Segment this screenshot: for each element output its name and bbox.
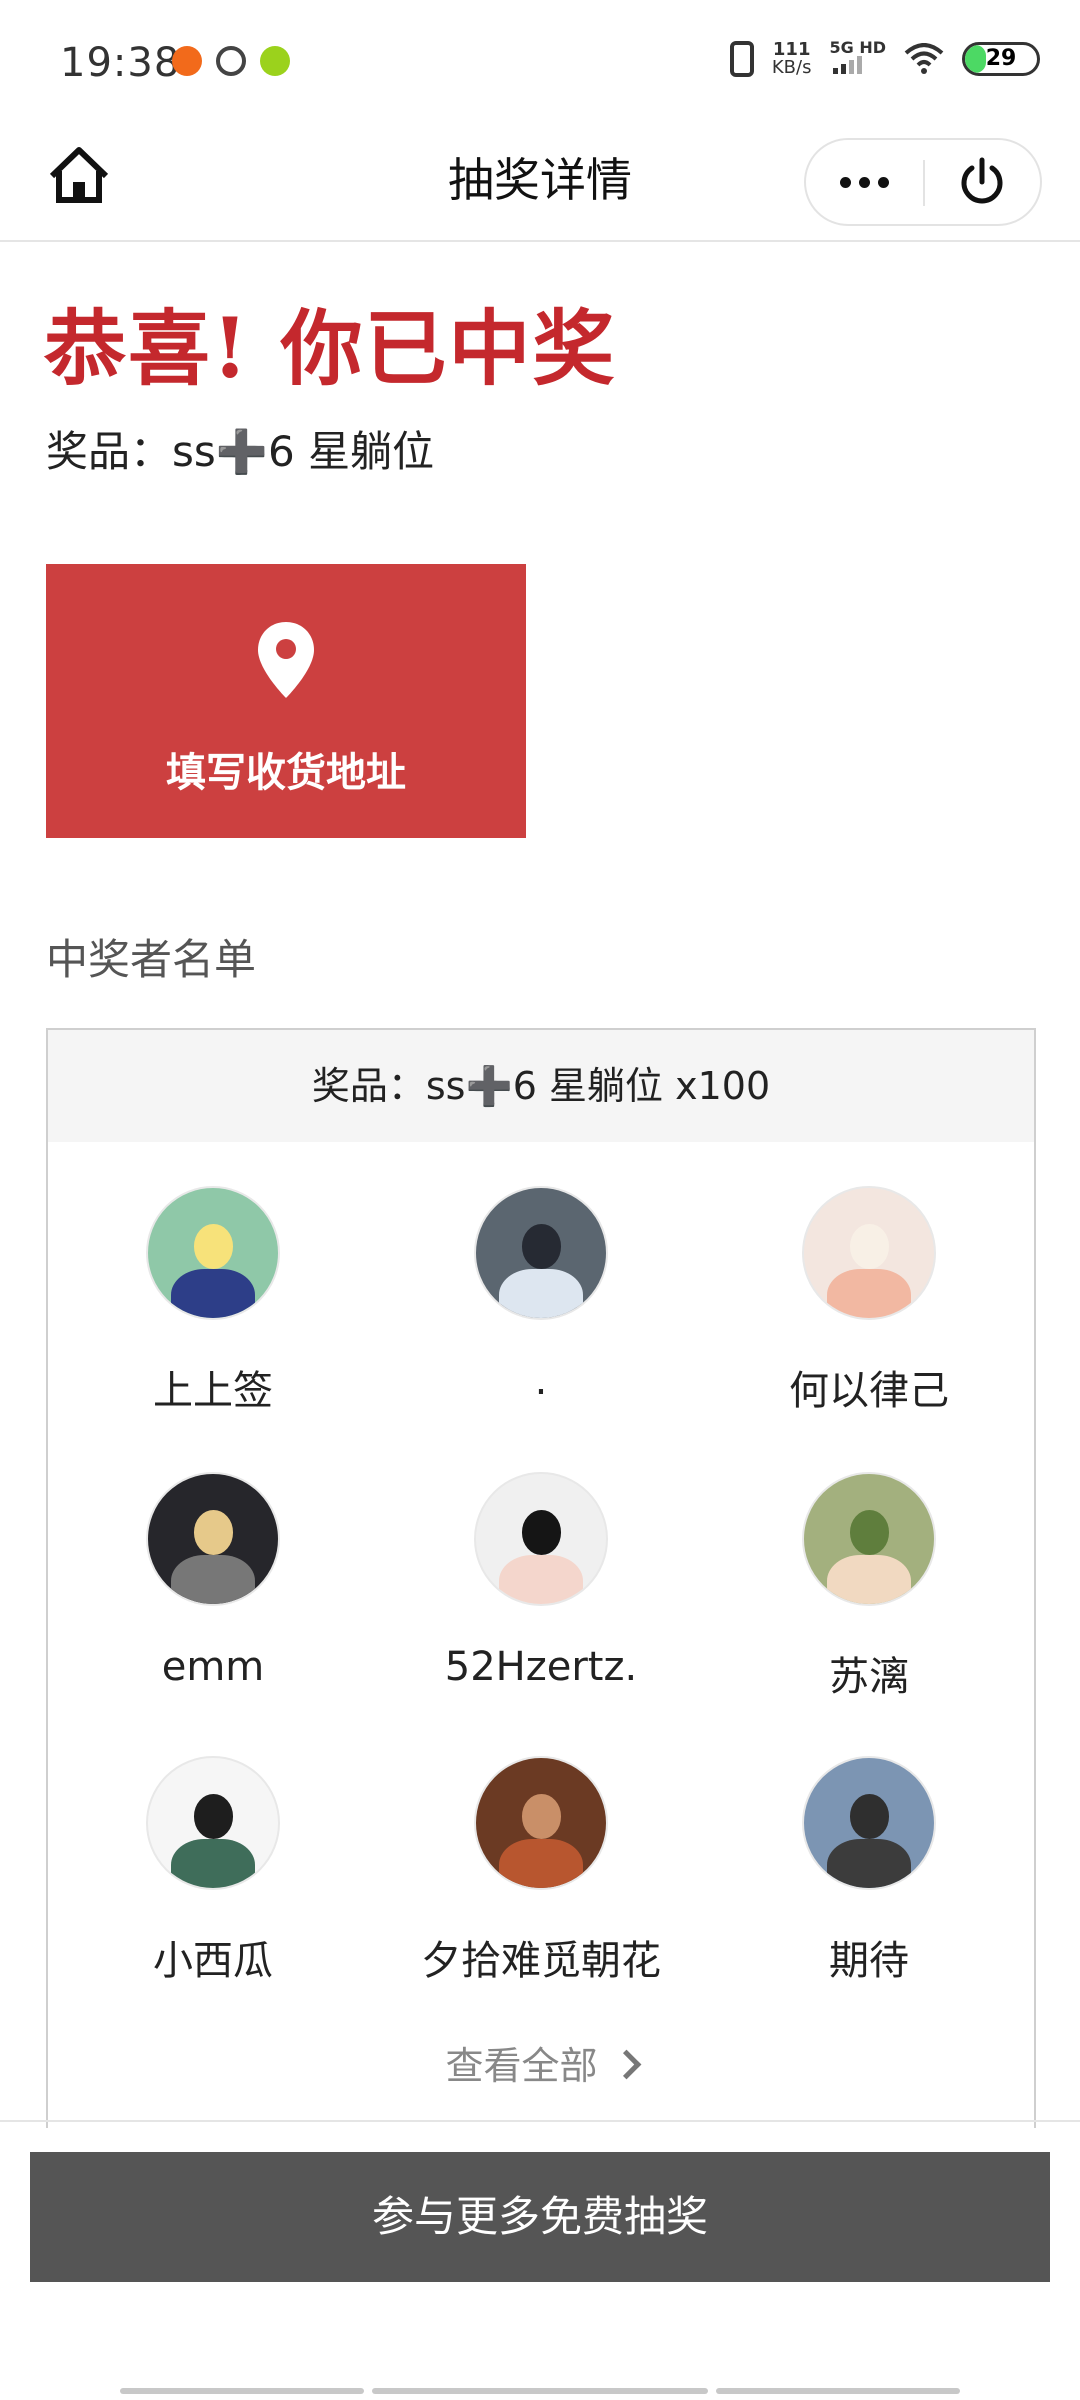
winner-name: 小西瓜 [153, 1938, 273, 1984]
avatar [474, 1472, 608, 1606]
winners-list: 奖品：ss➕6 星躺位 x100 上上签 . 何以律己 emm 52Hzertz… [46, 1028, 1036, 2128]
chevron-right-icon [611, 2049, 641, 2080]
winner-item: 苏漓 [704, 1472, 1034, 1702]
avatar [146, 1472, 280, 1606]
avatar [802, 1472, 936, 1606]
status-bar: 19:38 111 KB/s 5G HD 29 [0, 0, 1080, 130]
network-speed-unit: KB/s [771, 56, 812, 78]
taobao-icon [172, 46, 202, 76]
more-button[interactable] [806, 140, 923, 224]
more-dots-icon [840, 176, 851, 188]
signal-icon: 5G HD [829, 40, 886, 77]
winner-item: 小西瓜 [48, 1756, 378, 1986]
avatar [474, 1186, 608, 1320]
winner-item: 何以律己 [704, 1186, 1034, 1416]
bottom-divider [0, 2120, 1080, 2122]
fill-address-button[interactable]: 填写收货地址 [46, 564, 526, 838]
winner-name: 夕拾难觅朝花 [421, 1938, 661, 1984]
win-headline: 恭喜! 你已中奖 [44, 301, 617, 397]
vibrate-icon [729, 40, 754, 77]
nav-bar: 抽奖详情 [0, 130, 1080, 242]
avatar [802, 1756, 936, 1890]
close-button[interactable] [923, 140, 1040, 224]
more-dots-icon [878, 176, 889, 188]
mini-program-capsule [804, 138, 1042, 226]
battery-icon: 29 [962, 41, 1040, 76]
prize-line: 奖品：ss➕6 星躺位 [46, 427, 435, 476]
status-indicators: 111 KB/s 5G HD 29 [729, 38, 1040, 78]
winner-name: 苏漓 [829, 1654, 909, 1700]
notification-icons [172, 46, 290, 76]
gesture-bar [716, 2388, 960, 2394]
winner-name: . [534, 1358, 548, 1404]
winner-name: emm [161, 1644, 265, 1690]
winners-prize-header: 奖品：ss➕6 星躺位 x100 [48, 1030, 1034, 1142]
winner-name: 何以律己 [789, 1368, 949, 1414]
wifi-icon [904, 42, 944, 74]
winner-item: 夕拾难觅朝花 [376, 1756, 706, 1986]
power-icon [961, 157, 1002, 204]
view-all-label: 查看全部 [445, 2044, 598, 2088]
winner-item: 期待 [704, 1756, 1034, 1986]
winner-item: emm [48, 1472, 378, 1690]
avatar [802, 1186, 936, 1320]
winners-section-label: 中奖者名单 [46, 935, 257, 984]
link-icon [216, 46, 246, 76]
winner-item: 52Hzertz. [376, 1472, 706, 1690]
signal-label: 5G HD [829, 38, 886, 57]
avatar [146, 1186, 280, 1320]
join-more-lottery-button[interactable]: 参与更多免费抽奖 [30, 2152, 1050, 2282]
status-time: 19:38 [60, 40, 181, 86]
more-dots-icon [859, 176, 870, 188]
winner-item: 上上签 [48, 1186, 378, 1416]
location-pin-icon [258, 622, 314, 698]
avatar [146, 1756, 280, 1890]
winner-name: 上上签 [153, 1368, 273, 1414]
winner-item: . [376, 1186, 706, 1404]
view-all-link[interactable]: 查看全部 [48, 2035, 1034, 2090]
winner-name: 期待 [829, 1938, 909, 1984]
winner-name: 52Hzertz. [444, 1644, 638, 1690]
network-speed: 111 KB/s [771, 38, 812, 78]
fill-address-label: 填写收货地址 [166, 750, 406, 796]
network-speed-value: 111 [772, 38, 811, 60]
battery-level: 29 [985, 45, 1017, 71]
gesture-bar [120, 2388, 364, 2394]
gesture-bar [372, 2388, 708, 2394]
xbox-icon [260, 46, 290, 76]
avatar [474, 1756, 608, 1890]
